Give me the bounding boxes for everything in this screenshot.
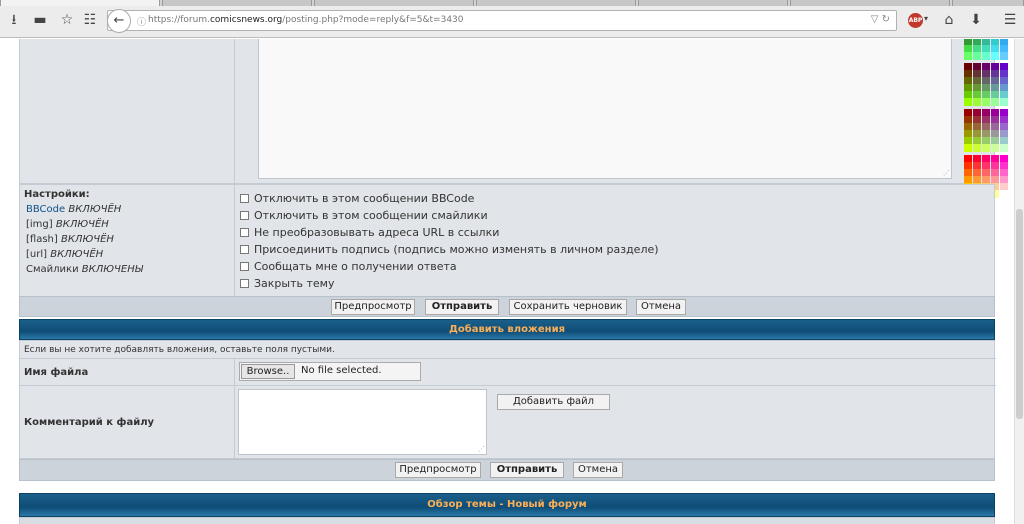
pocket-icon[interactable]: ▬	[30, 10, 50, 30]
option-disable-smilies[interactable]: Отключить в этом сообщении смайлики	[240, 209, 488, 222]
tab[interactable]	[638, 0, 788, 6]
reload-icon[interactable]: ▽ ↻	[871, 14, 890, 25]
img-status: [img] ВКЛЮЧЁН	[26, 219, 109, 230]
option-attach-signature[interactable]: Присоединить подпись (подпись можно изме…	[240, 243, 659, 256]
reading-list-icon[interactable]: ☷	[80, 10, 100, 30]
message-textarea[interactable]: ⋰	[258, 39, 952, 179]
checkbox[interactable]	[240, 245, 249, 254]
color-swatch[interactable]	[964, 52, 972, 60]
scrollbar-thumb[interactable]	[1016, 209, 1023, 419]
address-bar[interactable]: ← ⓘ https://forum.comicsnews.org/posting…	[107, 9, 897, 33]
cancel-button[interactable]: Отмена	[636, 299, 686, 315]
message-panel: ⋰	[19, 39, 1008, 198]
download-arrow-icon[interactable]: ⭳	[4, 10, 24, 30]
color-swatch[interactable]	[964, 144, 972, 152]
preview-button[interactable]: Предпросмотр	[395, 462, 481, 478]
filename-label: Имя файла	[24, 367, 89, 378]
tab[interactable]	[790, 0, 950, 6]
submit-bar	[19, 296, 995, 317]
color-swatch[interactable]	[991, 52, 999, 60]
option-lock-topic[interactable]: Закрыть тему	[240, 277, 334, 290]
adblock-icon[interactable]: ABP	[908, 13, 923, 28]
divider	[234, 39, 235, 185]
preview-button[interactable]: Предпросмотр	[331, 299, 415, 315]
color-swatch[interactable]	[982, 52, 990, 60]
page-content: ⋰ Настройки: BBCode ВКЛЮЧЁН [img] ВКЛЮЧЁ…	[0, 39, 1014, 524]
smilies-status: Смайлики ВКЛЮЧЕНЫ	[26, 264, 143, 275]
checkbox[interactable]	[240, 228, 249, 237]
file-input[interactable]: Browse.. No file selected.	[239, 362, 421, 381]
file-comment-textarea[interactable]: ⋰	[238, 389, 487, 455]
attachments-header: Добавить вложения	[19, 319, 995, 340]
color-swatch[interactable]	[1000, 190, 1008, 198]
color-swatch[interactable]	[991, 144, 999, 152]
menu-icon[interactable]: ☰	[1000, 10, 1020, 30]
color-swatch[interactable]	[982, 144, 990, 152]
color-swatch[interactable]	[991, 98, 999, 106]
color-swatch[interactable]	[973, 144, 981, 152]
checkbox[interactable]	[240, 194, 249, 203]
color-swatch[interactable]	[1000, 144, 1008, 152]
tab[interactable]	[162, 0, 312, 6]
tab[interactable]	[314, 0, 474, 6]
checkbox[interactable]	[240, 262, 249, 271]
no-file-text: No file selected.	[301, 365, 382, 376]
resize-grip-icon[interactable]: ⋰	[478, 446, 485, 453]
flash-status: [flash] ВКЛЮЧЁН	[26, 234, 114, 245]
info-icon[interactable]: ⓘ	[137, 15, 146, 28]
color-swatch[interactable]	[973, 52, 981, 60]
tab-active[interactable]	[0, 0, 160, 6]
file-comment-label: Комментарий к файлу	[24, 417, 155, 428]
url-text[interactable]: https://forum.comicsnews.org/posting.php…	[148, 15, 464, 25]
divider	[234, 185, 235, 298]
cancel-button[interactable]: Отмена	[573, 462, 623, 478]
topic-review-header: Обзор темы - Новый форум	[19, 493, 995, 517]
color-swatch[interactable]	[982, 98, 990, 106]
submit-button[interactable]: Отправить	[490, 462, 564, 478]
browser-toolbar: ⭳ ▬ ☆ ☷ ← ⓘ https://forum.comicsnews.org…	[0, 0, 1024, 38]
tab[interactable]	[952, 0, 1024, 6]
downloads-icon[interactable]: ⬇	[966, 10, 986, 30]
submit-button[interactable]: Отправить	[425, 299, 499, 315]
home-icon[interactable]: ⌂	[939, 10, 959, 30]
url-status: [url] ВКЛЮЧЁН	[26, 249, 104, 260]
color-swatch[interactable]	[964, 98, 972, 106]
tab[interactable]	[476, 0, 636, 6]
bbcode-status: BBCode ВКЛЮЧЁН	[26, 204, 122, 215]
color-swatch[interactable]	[1000, 98, 1008, 106]
divider	[20, 385, 996, 386]
settings-heading: Настройки:	[24, 189, 90, 200]
attachments-hint: Если вы не хотите добавлять вложения, ос…	[24, 345, 335, 355]
divider	[20, 358, 996, 359]
option-disable-bbcode[interactable]: Отключить в этом сообщении BBCode	[240, 192, 474, 205]
chevron-down-icon[interactable]: ▾	[924, 14, 928, 23]
bbcode-link[interactable]: BBCode	[26, 204, 65, 215]
resize-grip-icon[interactable]: ⋰	[943, 170, 950, 177]
options-panel: Настройки: BBCode ВКЛЮЧЁН [img] ВКЛЮЧЁН …	[19, 184, 995, 298]
color-swatch[interactable]	[973, 98, 981, 106]
add-file-button[interactable]: Добавить файл	[497, 394, 610, 410]
bookmark-star-icon[interactable]: ☆	[57, 10, 77, 30]
color-swatch[interactable]	[1000, 52, 1008, 60]
option-disable-magic-url[interactable]: Не преобразовывать адреса URL в ссылки	[240, 226, 499, 239]
color-palette[interactable]	[964, 39, 1012, 198]
browse-button[interactable]: Browse..	[241, 364, 295, 379]
tab-strip	[0, 0, 1024, 6]
checkbox[interactable]	[240, 279, 249, 288]
save-draft-button[interactable]: Сохранить черновик	[509, 299, 627, 315]
topic-review-panel	[19, 517, 995, 524]
scrollbar[interactable]	[1014, 39, 1024, 524]
back-arrow-icon[interactable]: ←	[107, 9, 131, 33]
option-notify[interactable]: Сообщать мне о получении ответа	[240, 260, 457, 273]
checkbox[interactable]	[240, 211, 249, 220]
divider	[234, 358, 235, 460]
